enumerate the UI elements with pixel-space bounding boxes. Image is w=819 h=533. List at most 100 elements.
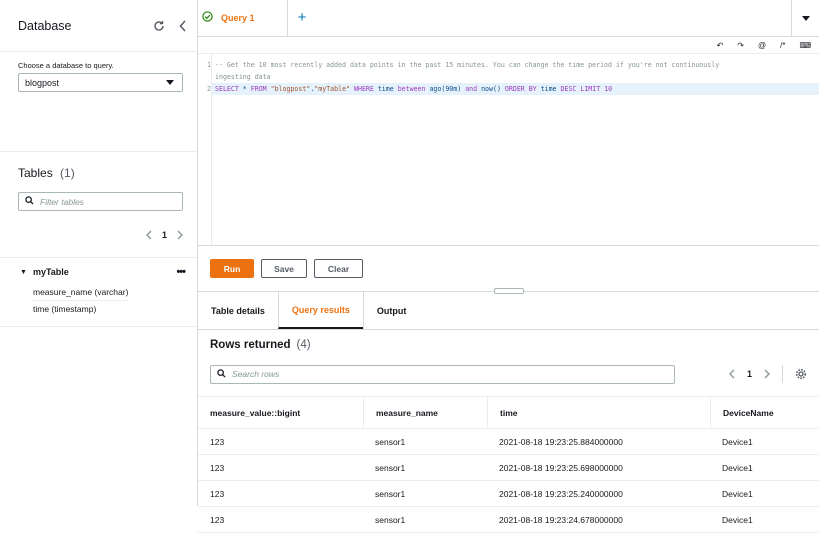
query-tab-label: Query 1 [221, 12, 255, 23]
str-table: "myTable" [314, 85, 351, 93]
table-cell: 123 [198, 506, 363, 533]
at-icon[interactable]: @ [758, 41, 766, 50]
keyboard-icon[interactable]: ⌨ [799, 41, 811, 50]
comment-icon[interactable]: /* [780, 41, 785, 50]
tables-page-number[interactable]: 1 [162, 230, 167, 240]
column-header[interactable]: DeviceName [710, 396, 819, 429]
sidebar-header: Database [0, 0, 197, 52]
column-header[interactable]: measure_name [363, 396, 487, 429]
tables-title: Tables [18, 166, 53, 180]
code-comment-line: -- Get the 10 most recently added data p… [215, 61, 720, 69]
database-select[interactable]: blogpost [18, 73, 183, 92]
table-cell: 2021-08-18 19:23:25.884000000 [487, 428, 710, 455]
prev-page-icon[interactable] [146, 230, 152, 240]
next-page-icon[interactable] [764, 369, 770, 379]
search-icon [25, 196, 34, 207]
results-table: measure_value::bigint measure_name time … [198, 396, 819, 533]
table-cell: 123 [198, 428, 363, 455]
query-tab-bar: Query 1 + [198, 0, 819, 37]
table-cell: sensor1 [363, 454, 487, 481]
code-area[interactable]: -- Get the 10 most recently added data p… [212, 54, 819, 245]
database-sidebar: Database Choose a database to query. blo… [0, 0, 198, 506]
table-name: myTable [32, 267, 69, 277]
tab-output[interactable]: Output [362, 292, 420, 329]
results-pager: 1 [729, 360, 807, 388]
results-page-number[interactable]: 1 [747, 369, 752, 379]
line-gutter: 1 2 [198, 54, 212, 245]
sidebar-title: Database [18, 18, 72, 33]
caret-down-icon [166, 78, 174, 88]
kw-select: SELECT [215, 85, 239, 93]
gear-icon[interactable] [795, 368, 807, 380]
database-label: Choose a database to query. [18, 61, 114, 70]
table-cell: 2021-08-18 19:23:24.678000000 [487, 506, 710, 533]
ident-time-2: time [536, 85, 557, 93]
refresh-icon[interactable] [153, 20, 165, 32]
table-cell: sensor1 [363, 480, 487, 507]
table-header-row: measure_value::bigint measure_name time … [198, 396, 819, 429]
search-rows-input[interactable]: Search rows [210, 364, 675, 384]
kw-from: FROM [250, 85, 267, 93]
table-cell: 123 [198, 480, 363, 507]
table-cell: Device1 [710, 480, 819, 507]
caret-down-icon [801, 15, 810, 21]
redo-icon[interactable]: ↷ [737, 41, 744, 50]
collapse-chevron-icon[interactable] [179, 19, 187, 32]
add-tab-button[interactable]: + [288, 0, 316, 36]
tables-count: (1) [60, 166, 75, 180]
table-node-mytable[interactable]: ▼ myTable ••• [20, 266, 186, 278]
tab-table-details[interactable]: Table details [198, 292, 278, 329]
undo-icon[interactable]: ↶ [717, 41, 724, 50]
editor-toolbar: ↶ ↷ @ /* ⌨ [198, 37, 819, 54]
star: * [238, 85, 251, 93]
tables-heading: Tables (1) [0, 152, 197, 192]
table-row: 123 sensor1 2021-08-18 19:23:25.24000000… [198, 480, 819, 507]
code-query-line: SELECT * FROM "blogpost"."myTable" WHERE… [212, 83, 819, 95]
str-db: "blogpost" [266, 85, 311, 93]
rows-title: Rows returned [210, 339, 291, 351]
table-cell: sensor1 [363, 428, 487, 455]
column-time: time (timestamp) [33, 304, 97, 314]
check-circle-icon [202, 11, 213, 24]
divider [782, 365, 783, 383]
column-header[interactable]: time [487, 396, 710, 429]
table-cell: 2021-08-18 19:23:25.240000000 [487, 480, 710, 507]
tables-pager: 1 [0, 211, 197, 249]
save-button[interactable]: Save [261, 259, 307, 278]
filter-placeholder: Filter tables [40, 196, 84, 207]
sql-editor[interactable]: 1 2 -- Get the 10 most recently added da… [198, 54, 819, 246]
search-icon [217, 368, 226, 380]
line-number: 1 [207, 61, 211, 69]
table-cell: Device1 [710, 506, 819, 533]
more-options-icon[interactable]: ••• [176, 266, 186, 278]
kw-order-by: ORDER BY [500, 85, 537, 93]
tab-query-results[interactable]: Query results [277, 292, 363, 329]
results-search-row: Search rows 1 [198, 360, 819, 388]
database-chooser: Choose a database to query. blogpost [0, 52, 197, 152]
column-list: measure_name (varchar) time (timestamp) [20, 278, 185, 317]
resize-handle[interactable] [494, 288, 524, 294]
table-tree: ▼ myTable ••• measure_name (varchar) tim… [0, 257, 197, 327]
result-tabs: Table details Query results Output [198, 292, 819, 330]
rows-returned-heading: Rows returned (4) [198, 330, 819, 360]
column-measure-name: measure_name (varchar) [33, 284, 129, 301]
kw-desc-limit: DESC LIMIT 10 [556, 85, 613, 93]
table-cell: Device1 [710, 428, 819, 455]
kw-between: between [393, 85, 426, 93]
fn-ago: ago(90m) [425, 85, 462, 93]
column-header[interactable]: measure_value::bigint [198, 396, 363, 429]
table-cell: 123 [198, 454, 363, 481]
clear-button[interactable]: Clear [314, 259, 363, 278]
table-cell: 2021-08-18 19:23:25.698000000 [487, 454, 710, 481]
table-cell: Device1 [710, 454, 819, 481]
search-placeholder: Search rows [232, 369, 280, 379]
next-page-icon[interactable] [177, 230, 183, 240]
filter-tables-input[interactable]: Filter tables [18, 192, 183, 211]
tab-menu-button[interactable] [791, 0, 819, 37]
prev-page-icon[interactable] [729, 369, 735, 379]
tab-query-1[interactable]: Query 1 [198, 0, 288, 36]
expand-caret-icon[interactable]: ▼ [20, 269, 27, 276]
database-select-value: blogpost [25, 77, 60, 88]
run-button[interactable]: Run [210, 259, 254, 278]
table-row: 123 sensor1 2021-08-18 19:23:24.67800000… [198, 506, 819, 533]
